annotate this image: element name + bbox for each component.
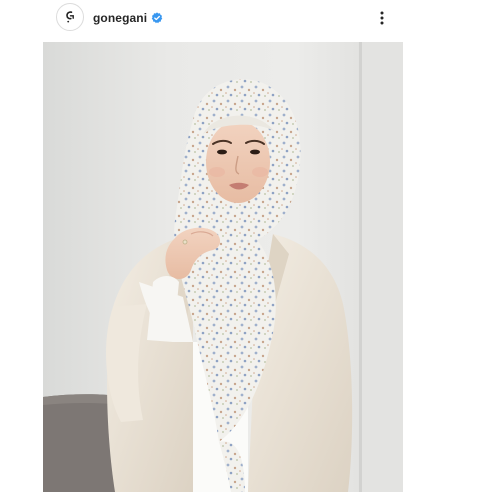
more-options-button[interactable] (374, 8, 390, 28)
post-header: gonegani (0, 0, 496, 38)
profile-avatar[interactable] (56, 3, 84, 31)
more-vertical-icon (380, 11, 384, 25)
instagram-post: gonegani (0, 0, 496, 496)
post-photo[interactable] (43, 42, 403, 492)
brand-logo-icon (66, 11, 74, 23)
username[interactable]: gonegani (93, 10, 147, 26)
verified-badge-icon (151, 12, 163, 24)
photo-hijab-woman (43, 42, 403, 492)
username-row: gonegani (93, 10, 163, 26)
